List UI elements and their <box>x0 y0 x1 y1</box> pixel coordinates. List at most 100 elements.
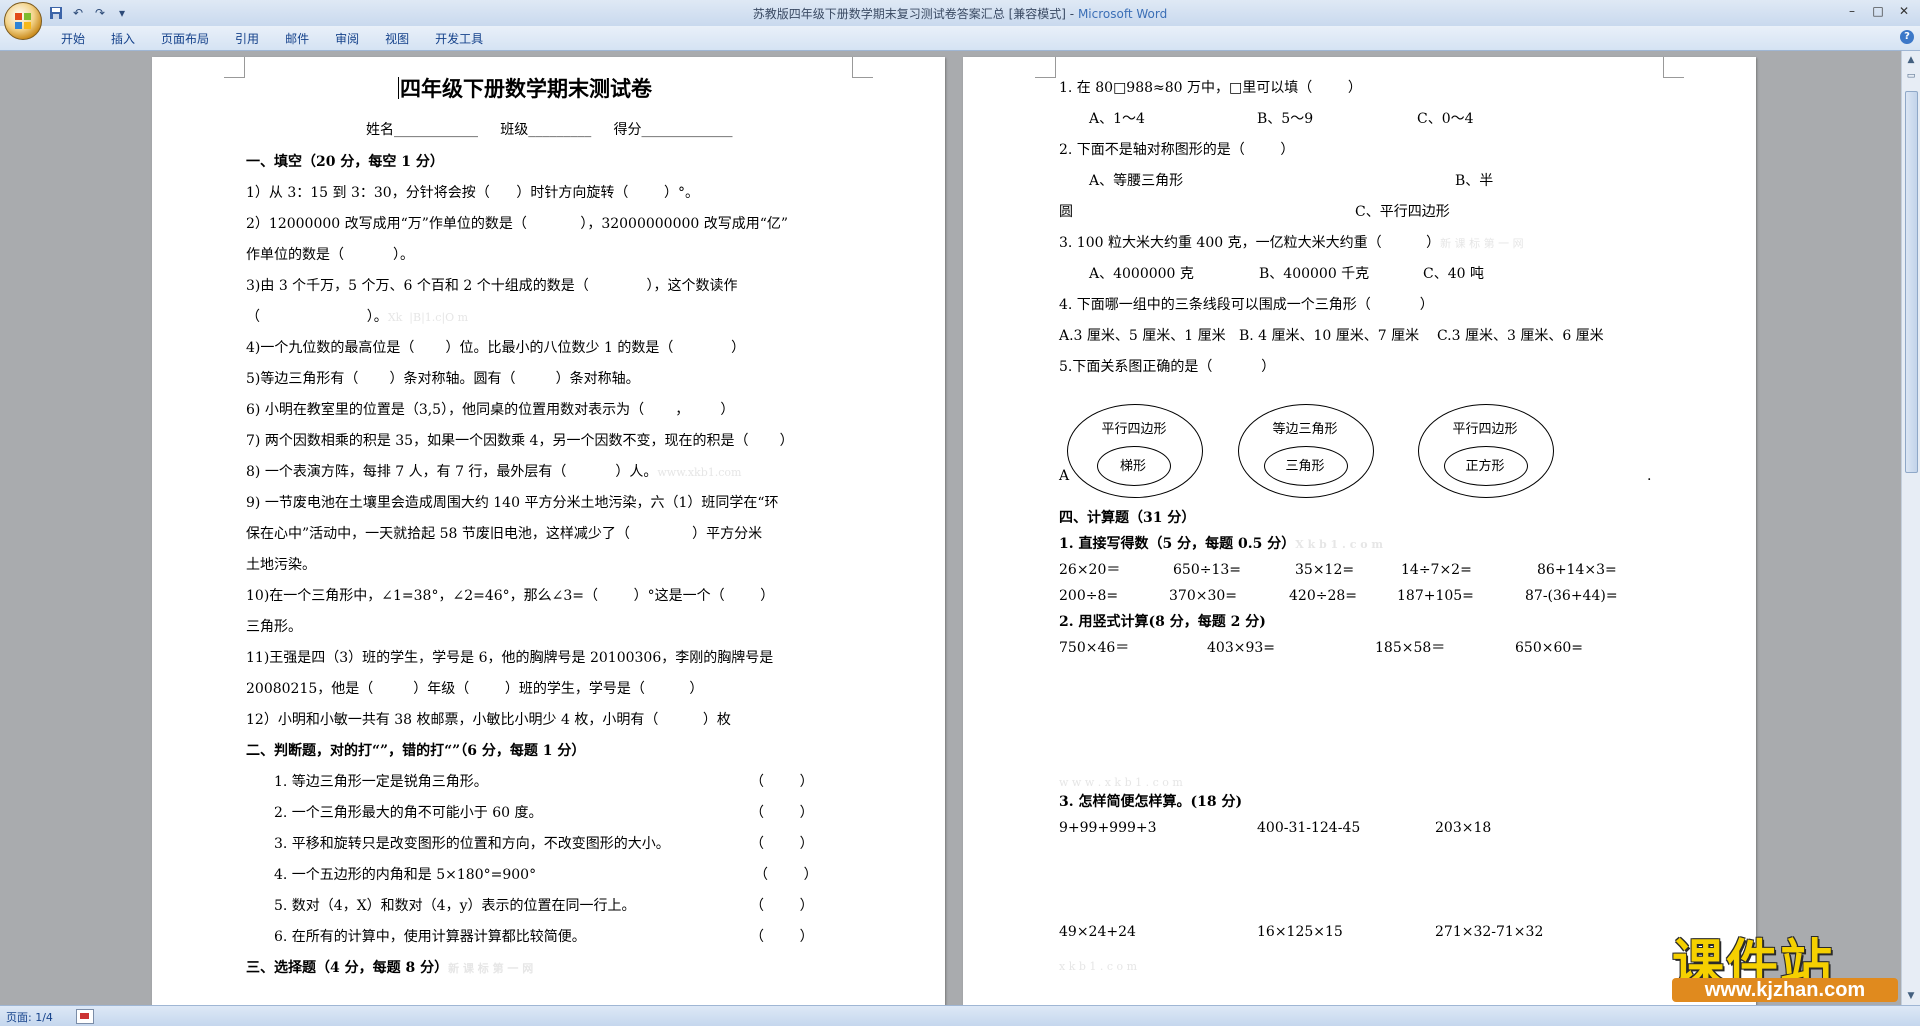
question-line: 1）从 3：15 到 3：30，分针将会按（ ）时针方向旋转（ ）°。 <box>246 185 700 201</box>
scroll-down-icon[interactable]: ▼ <box>1904 989 1918 1003</box>
answer-bracket: （ ） <box>750 836 814 852</box>
vertical-calc-item: 403×93= <box>1207 640 1275 656</box>
question-text: 3. 100 粒大米大约重 400 克，一亿粒大米大约重（ ） <box>1059 235 1441 251</box>
maximize-button[interactable]: □ <box>1866 2 1890 20</box>
simplify-calc-item: 271×32-71×32 <box>1435 924 1544 940</box>
direct-calc-item: 26×20＝ <box>1059 562 1121 578</box>
choice-option-wrap: 圆 <box>1059 204 1073 220</box>
direct-calc-item: 370×30= <box>1169 588 1237 604</box>
question-line: 12）小明和小敏一共有 38 枚邮票，小敏比小明少 4 枚，小明有（ ）枚 <box>246 712 731 728</box>
simplify-calc-item: 16×125×15 <box>1257 924 1343 940</box>
ruler-toggle-icon[interactable]: ▭ <box>1904 69 1918 83</box>
app-name: Microsoft Word <box>1077 7 1168 21</box>
office-button[interactable] <box>4 2 42 40</box>
choice-option: C、0～4 <box>1417 111 1474 127</box>
faint-watermark-text: w w w . x k b 1 . c o m <box>1059 773 1183 792</box>
tab-mailings[interactable]: 邮件 <box>272 30 322 48</box>
minimize-button[interactable]: – <box>1840 2 1864 20</box>
vertical-calc-item: 185×58＝ <box>1375 640 1446 656</box>
choice-question: 2. 下面不是轴对称图形的是（ ） <box>1059 142 1295 158</box>
question-line: 10)在一个三角形中，∠1=38°，∠2=46°，那么∠3=（ ）°这是一个（ … <box>246 588 775 604</box>
direct-calc-item: 87-(36+44)= <box>1525 588 1618 604</box>
choice-option: A、等腰三角形 <box>1089 173 1184 189</box>
choice-option: B、400000 千克 <box>1259 266 1370 282</box>
proofing-language-icon[interactable] <box>76 1009 94 1024</box>
scrollbar-thumb[interactable] <box>1905 91 1918 473</box>
status-bar: 页面: 1/4 <box>0 1005 1920 1026</box>
sentence-end-dot: . <box>1647 468 1652 484</box>
tab-insert[interactable]: 插入 <box>98 30 148 48</box>
judge-item: 1. 等边三角形一定是锐角三角形。 <box>274 774 488 790</box>
direct-calc-item: 187+105= <box>1397 588 1474 604</box>
ribbon-tab-bar: 开始 插入 页面布局 引用 邮件 审阅 视图 开发工具 ? <box>0 26 1920 51</box>
tab-page-layout[interactable]: 页面布局 <box>148 30 222 48</box>
tab-home[interactable]: 开始 <box>48 30 98 48</box>
choice-question: 4. 下面哪一组中的三条线段可以围成一个三角形（ ） <box>1059 297 1434 313</box>
venn-option-a-label: A <box>1059 468 1070 484</box>
venn-inner-label: 三角形 <box>1285 459 1325 474</box>
choice-option: B、5～9 <box>1257 111 1314 127</box>
section-heading-fill: 一、填空（20 分，每空 1 分） <box>246 154 444 170</box>
faint-watermark-text: Xk |B|1.c|O m <box>387 311 469 324</box>
page-2[interactable]: 1. 在 80□988≈80 万中，□里可以填（ ） A、1～4 B、5～9 C… <box>963 57 1756 1005</box>
vertical-calc-item: 650×60= <box>1515 640 1583 656</box>
judge-item: 6. 在所有的计算中，使用计算器计算都比较简便。 <box>274 929 586 945</box>
question-line: 三角形。 <box>246 619 302 635</box>
faint-watermark-text: www.xkb1.com <box>657 466 742 479</box>
question-line: 作单位的数是（ ）。 <box>246 247 414 263</box>
answer-bracket: （ ） <box>750 774 814 790</box>
choice-question: 5.下面关系图正确的是（ ） <box>1059 359 1276 375</box>
page-indicator[interactable]: 页面: 1/4 <box>6 1009 53 1025</box>
venn-diagram: 平行四边形 梯形 <box>1067 404 1203 498</box>
simplify-calc-item: 9+99+999+3 <box>1059 820 1157 836</box>
choice-option: C、40 吨 <box>1423 266 1484 282</box>
subsection-text: 1. 直接写得数（5 分，每题 0.5 分） <box>1059 536 1296 552</box>
direct-calc-item: 200÷8= <box>1059 588 1119 604</box>
choice-options-row: A.3 厘米、5 厘米、1 厘米 B. 4 厘米、10 厘米、7 厘米 C.3 … <box>1059 328 1604 344</box>
answer-bracket: （ ） <box>754 867 818 883</box>
simplify-calc-item: 203×18 <box>1435 820 1492 836</box>
choice-option: B、半 <box>1455 173 1494 189</box>
help-icon[interactable]: ? <box>1900 30 1914 44</box>
question-text: （ ）。 <box>246 309 388 325</box>
question-line: 土地污染。 <box>246 557 316 573</box>
text-cursor <box>398 77 399 99</box>
crop-mark <box>224 57 245 78</box>
question-line: 6) 小明在教室里的位置是（3,5），他同桌的位置用数对表示为（ ， ） <box>246 402 735 418</box>
choice-option: A、1～4 <box>1089 111 1145 127</box>
office-logo-icon <box>15 13 31 29</box>
faint-watermark-text: x k b 1 . c o m <box>1059 960 1138 973</box>
venn-diagram: 平行四边形 正方形 <box>1418 404 1554 498</box>
venn-outer-label: 等边三角形 <box>1272 422 1338 437</box>
simplify-calc-item: 49×24+24 <box>1059 924 1136 940</box>
section-heading-choice: 三、选择题（4 分，每题 8 分）新 课 标 第 一 网 <box>246 959 533 978</box>
direct-calc-item: 86+14×3= <box>1537 562 1617 578</box>
document-area[interactable]: 四年级下册数学期末测试卷 姓名____________ 班级_________ … <box>0 51 1902 1005</box>
question-line: （ ）。Xk |B|1.c|O m <box>246 308 468 327</box>
question-line: 11)王强是四（3）班的学生，学号是 6，他的胸牌号是 20100306，李刚的… <box>246 650 774 666</box>
subsection-vertical: 2. 用竖式计算(8 分，每题 2 分) <box>1059 614 1266 630</box>
title-separator: - <box>1065 7 1078 21</box>
choice-option: C、平行四边形 <box>1355 204 1450 220</box>
crop-mark <box>852 57 873 78</box>
question-line: 20080215，他是（ ）年级（ ）班的学生，学号是（ ） <box>246 681 704 697</box>
tab-developer[interactable]: 开发工具 <box>422 30 496 48</box>
answer-bracket: （ ） <box>750 805 814 821</box>
direct-calc-item: 420÷28= <box>1289 588 1357 604</box>
venn-outer-label: 平行四边形 <box>1452 422 1518 437</box>
vertical-scrollbar[interactable]: ▲ ▭ ▼ <box>1901 51 1920 1005</box>
close-button[interactable]: ✕ <box>1892 2 1916 20</box>
document-title: 苏教版四年级下册数学期末复习测试卷答案汇总 [兼容模式] <box>752 7 1066 21</box>
page-1[interactable]: 四年级下册数学期末测试卷 姓名____________ 班级_________ … <box>152 57 945 1005</box>
faint-watermark-text: 新 课 标 第 一 网 <box>1440 237 1524 250</box>
tab-references[interactable]: 引用 <box>222 30 272 48</box>
student-info-line: 姓名____________ 班级_________ 得分___________… <box>366 122 733 138</box>
answer-bracket: （ ） <box>750 898 814 914</box>
section-heading-judge: 二、判断题，对的打“”，错的打“”（6 分，每题 1 分） <box>246 743 586 759</box>
tab-review[interactable]: 审阅 <box>322 30 372 48</box>
tab-view[interactable]: 视图 <box>372 30 422 48</box>
section-heading-text: 三、选择题（4 分，每题 8 分） <box>246 960 449 976</box>
scroll-up-icon[interactable]: ▲ <box>1904 53 1918 67</box>
venn-inner-label: 梯形 <box>1119 459 1146 474</box>
watermark-url: www.kjzhan.com <box>1672 978 1898 1002</box>
